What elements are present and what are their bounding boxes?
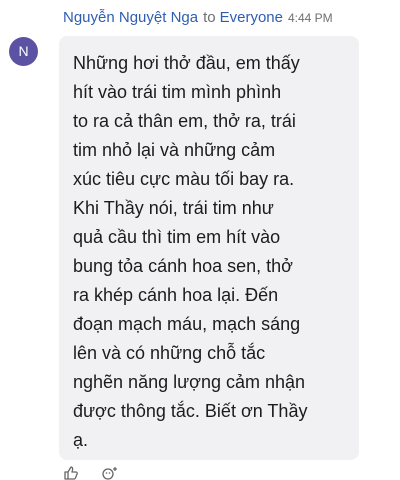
message-time: 4:44 PM — [287, 11, 333, 25]
recipient-prefix: to — [203, 9, 216, 26]
sender-name[interactable]: Nguyễn Nguyệt Nga — [63, 9, 198, 26]
thumbs-up-icon[interactable] — [64, 466, 78, 480]
avatar[interactable]: N — [9, 37, 38, 66]
message-bubble: Những hơi thở đầu, em thấy hít vào trái … — [59, 36, 359, 460]
chat-message: N Nguyễn Nguyệt Nga to Everyone 4:44 PM … — [0, 0, 400, 480]
recipient-name[interactable]: Everyone — [220, 9, 283, 26]
message-header: Nguyễn Nguyệt Nga to Everyone 4:44 PM — [63, 9, 394, 31]
add-reaction-icon[interactable] — [102, 466, 118, 480]
message-text: Những hơi thở đầu, em thấy hít vào trái … — [73, 53, 308, 450]
message-reactions — [64, 466, 118, 480]
